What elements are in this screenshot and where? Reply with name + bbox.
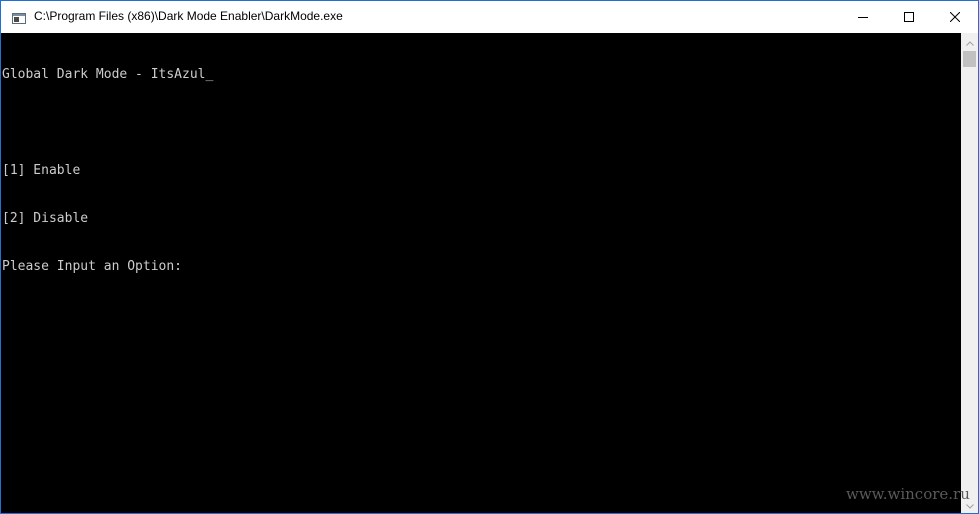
console-line-blank	[2, 115, 961, 131]
console-line-prompt: Please Input an Option:	[2, 259, 183, 274]
scroll-up-button[interactable]	[961, 33, 978, 50]
title-bar[interactable]: C:\Program Files (x86)\Dark Mode Enabler…	[1, 1, 978, 33]
maximize-button[interactable]	[886, 1, 932, 33]
watermark: www.wincore.ru	[846, 485, 970, 503]
chevron-up-icon	[965, 33, 974, 51]
close-button[interactable]	[932, 1, 978, 33]
vertical-scrollbar[interactable]	[961, 33, 978, 513]
console-window: C:\Program Files (x86)\Dark Mode Enabler…	[0, 0, 979, 514]
window-title: C:\Program Files (x86)\Dark Mode Enabler…	[34, 9, 343, 23]
scroll-thumb[interactable]	[963, 51, 976, 67]
minimize-button[interactable]	[840, 1, 886, 33]
maximize-icon	[904, 12, 914, 22]
console-line-option-enable: [1] Enable	[2, 163, 81, 178]
minimize-icon	[858, 12, 868, 22]
text-cursor: _	[205, 67, 214, 82]
console-output[interactable]: Global Dark Mode - ItsAzul_ [1] Enable […	[1, 33, 961, 513]
console-line-option-disable: [2] Disable	[2, 211, 89, 226]
console-app-icon[interactable]	[12, 11, 26, 24]
close-icon	[950, 12, 960, 22]
console-line-header: Global Dark Mode - ItsAzul_	[2, 67, 214, 82]
